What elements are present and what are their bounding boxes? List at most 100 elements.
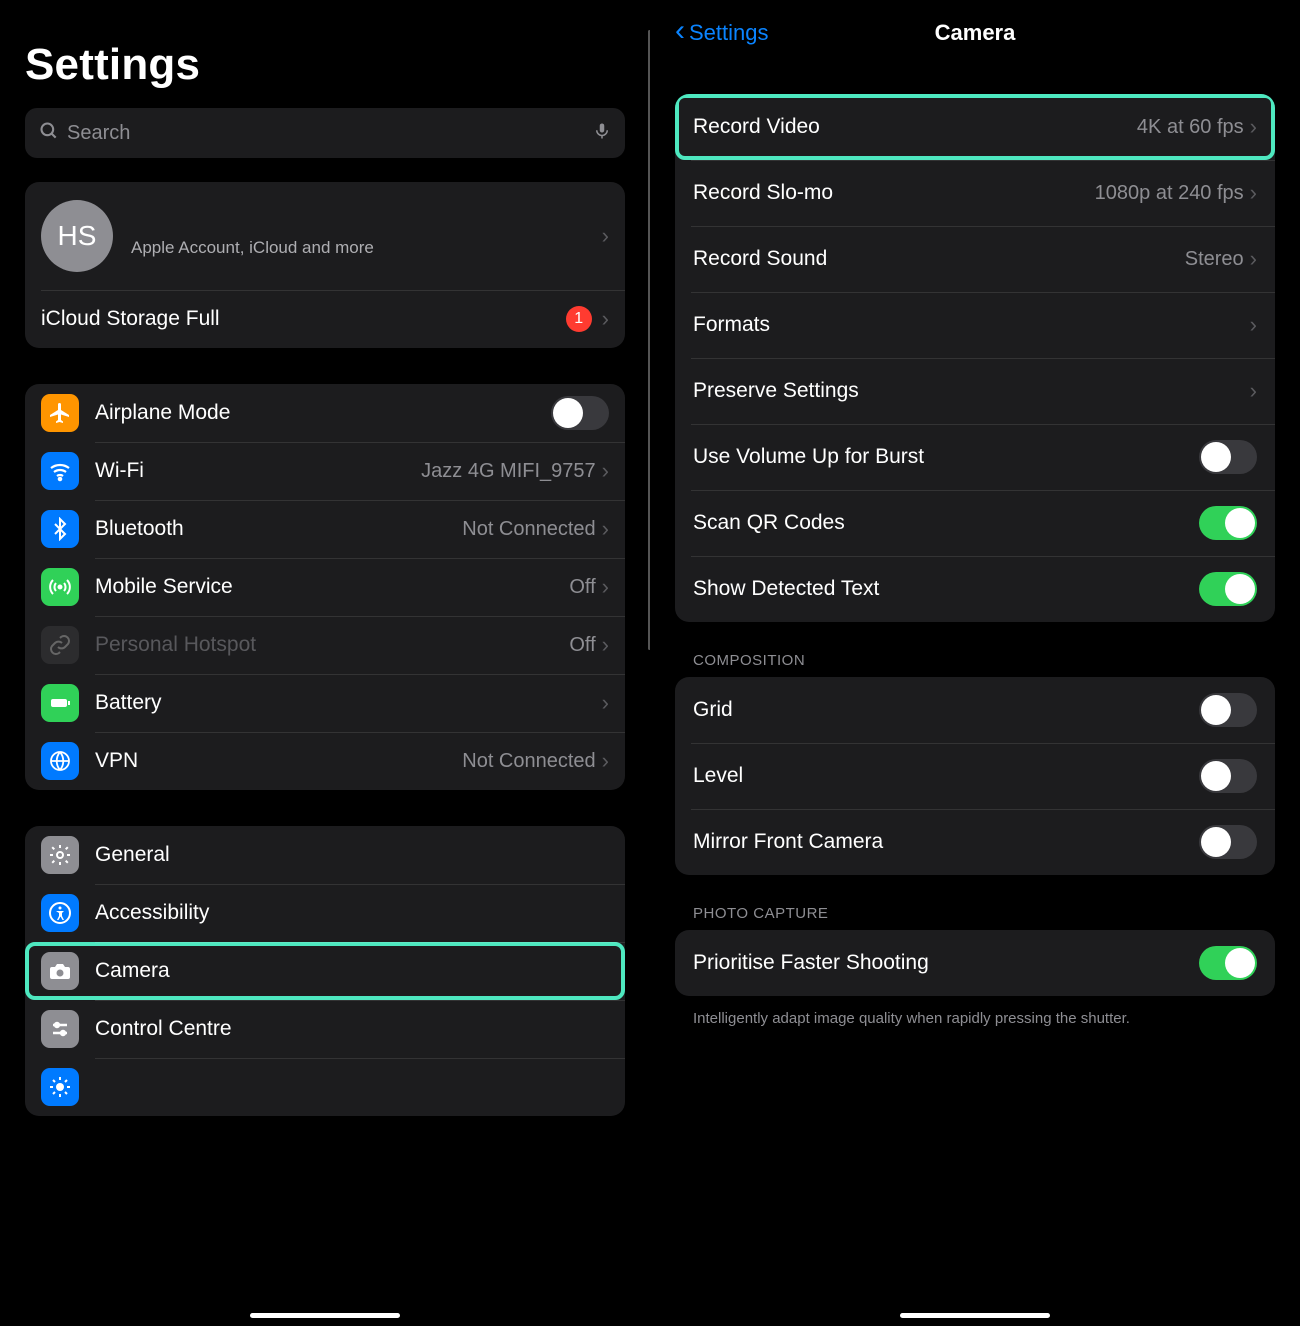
account-row[interactable]: HS Apple Account, iCloud and more ›	[25, 182, 625, 290]
settings-row-bluetooth[interactable]: BluetoothNot Connected ›	[25, 500, 625, 558]
settings-row-airplane[interactable]: Airplane Mode	[25, 384, 625, 442]
row-label: Airplane Mode	[95, 401, 551, 425]
camera-row-qr[interactable]: Scan QR Codes	[675, 490, 1275, 556]
row-label: Mobile Service	[95, 575, 569, 599]
airplane-icon	[41, 394, 79, 432]
row-label: Record Sound	[693, 247, 1185, 271]
row-label: Scan QR Codes	[693, 511, 1199, 535]
row-label: Mirror Front Camera	[693, 830, 1199, 854]
row-label: Record Video	[693, 115, 1137, 139]
settings-row-controlcentre[interactable]: Control Centre	[25, 1000, 625, 1058]
toggle-level[interactable]	[1199, 759, 1257, 793]
settings-row-display[interactable]	[25, 1058, 625, 1116]
camera-row-preserve[interactable]: Preserve Settings›	[675, 358, 1275, 424]
camera-row-recvideo[interactable]: Record Video4K at 60 fps ›	[675, 94, 1275, 160]
camera-row-faster[interactable]: Prioritise Faster Shooting	[675, 930, 1275, 996]
wifi-icon	[41, 452, 79, 490]
row-label: Personal Hotspot	[95, 633, 569, 657]
home-indicator[interactable]	[250, 1313, 400, 1318]
back-button[interactable]: ‹ Settings	[675, 18, 769, 48]
row-label: Grid	[693, 698, 1199, 722]
chevron-right-icon: ›	[602, 632, 609, 658]
row-value: Not Connected	[462, 518, 595, 541]
settings-row-battery[interactable]: Battery›	[25, 674, 625, 732]
link-icon	[41, 626, 79, 664]
chevron-right-icon: ›	[1250, 378, 1257, 404]
page-title: Settings	[25, 40, 625, 90]
camera-row-recslomo[interactable]: Record Slo-mo1080p at 240 fps›	[675, 160, 1275, 226]
camera-row-formats[interactable]: Formats›	[675, 292, 1275, 358]
settings-row-general[interactable]: General	[25, 826, 625, 884]
battery-icon	[41, 684, 79, 722]
camera-row-mirror[interactable]: Mirror Front Camera	[675, 809, 1275, 875]
avatar: HS	[41, 200, 113, 272]
row-label: Accessibility	[95, 901, 609, 925]
chevron-right-icon: ›	[602, 690, 609, 716]
toggle-qr[interactable]	[1199, 506, 1257, 540]
row-label: Preserve Settings	[693, 379, 1250, 403]
toggle-grid[interactable]	[1199, 693, 1257, 727]
row-label: Level	[693, 764, 1199, 788]
camera-row-recsound[interactable]: Record SoundStereo ›	[675, 226, 1275, 292]
chevron-right-icon: ›	[1250, 114, 1257, 140]
globe-icon	[41, 742, 79, 780]
camera-row-volburst[interactable]: Use Volume Up for Burst	[675, 424, 1275, 490]
row-value: Jazz 4G MIFI_9757	[421, 460, 596, 483]
settings-row-mobile[interactable]: Mobile ServiceOff ›	[25, 558, 625, 616]
row-label: Prioritise Faster Shooting	[693, 951, 1199, 975]
chevron-right-icon: ›	[1250, 312, 1257, 338]
toggle-mirror[interactable]	[1199, 825, 1257, 859]
settings-row-vpn[interactable]: VPNNot Connected›	[25, 732, 625, 790]
row-label: VPN	[95, 749, 462, 773]
chevron-right-icon: ›	[602, 458, 609, 484]
brightness-icon	[41, 1068, 79, 1106]
search-input[interactable]: Search	[25, 108, 625, 158]
settings-row-hotspot[interactable]: Personal HotspotOff›	[25, 616, 625, 674]
access-icon	[41, 894, 79, 932]
row-label: Use Volume Up for Burst	[693, 445, 1199, 469]
row-label: Wi-Fi	[95, 459, 421, 483]
settings-row-camera[interactable]: Camera	[25, 942, 625, 1000]
home-indicator[interactable]	[900, 1313, 1050, 1318]
row-label: Bluetooth	[95, 517, 462, 541]
chevron-right-icon: ›	[602, 516, 609, 542]
row-label: Formats	[693, 313, 1250, 337]
gear-icon	[41, 836, 79, 874]
row-value: Stereo	[1185, 248, 1244, 271]
row-label: Control Centre	[95, 1017, 609, 1041]
back-label: Settings	[689, 20, 769, 46]
chevron-right-icon: ›	[602, 574, 609, 600]
row-label: Show Detected Text	[693, 577, 1199, 601]
chevron-right-icon: ›	[602, 306, 609, 332]
section-header-composition: COMPOSITION	[675, 652, 1275, 677]
footer-faster-shooting: Intelligently adapt image quality when r…	[675, 1000, 1275, 1029]
chevron-right-icon: ›	[602, 223, 609, 249]
icloud-storage-row[interactable]: iCloud Storage Full 1 ›	[25, 290, 625, 348]
settings-row-accessibility[interactable]: Accessibility	[25, 884, 625, 942]
chevron-left-icon: ‹	[675, 16, 685, 46]
icloud-storage-label: iCloud Storage Full	[41, 307, 566, 331]
chevron-right-icon: ›	[1250, 246, 1257, 272]
camera-row-detected[interactable]: Show Detected Text	[675, 556, 1275, 622]
toggle-detected[interactable]	[1199, 572, 1257, 606]
account-subtitle: Apple Account, iCloud and more	[131, 238, 602, 258]
antenna-icon	[41, 568, 79, 606]
toggle-airplane[interactable]	[551, 396, 609, 430]
row-value: 4K at 60 fps	[1137, 116, 1244, 139]
camera-icon	[41, 952, 79, 990]
row-value: 1080p at 240 fps	[1095, 182, 1244, 205]
camera-row-level[interactable]: Level	[675, 743, 1275, 809]
section-header-photo: PHOTO CAPTURE	[675, 905, 1275, 930]
chevron-right-icon: ›	[1250, 180, 1257, 206]
toggle-volburst[interactable]	[1199, 440, 1257, 474]
toggle-faster[interactable]	[1199, 946, 1257, 980]
row-value: Off	[569, 576, 595, 599]
row-label: General	[95, 843, 609, 867]
row-label: Battery	[95, 691, 602, 715]
mic-icon[interactable]	[593, 120, 611, 147]
chevron-right-icon: ›	[602, 748, 609, 774]
camera-row-grid[interactable]: Grid	[675, 677, 1275, 743]
settings-row-wifi[interactable]: Wi-FiJazz 4G MIFI_9757 ›	[25, 442, 625, 500]
search-icon	[39, 121, 59, 146]
bluetooth-icon	[41, 510, 79, 548]
